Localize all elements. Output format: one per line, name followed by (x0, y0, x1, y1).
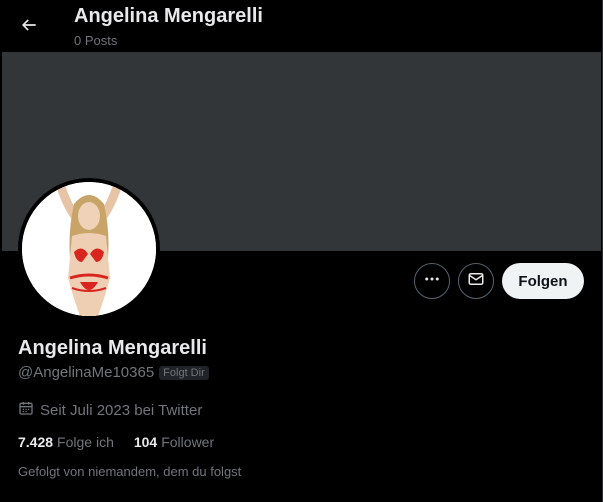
avatar[interactable] (18, 178, 160, 320)
more-button[interactable] (414, 263, 450, 299)
following-count: 7.428 (18, 434, 54, 450)
profile-handle: @AngelinaMe10365 (18, 364, 155, 381)
top-bar: Angelina Mengarelli 0 Posts (0, 0, 603, 52)
followers-count: 104 (133, 434, 158, 450)
calendar-icon (18, 400, 34, 421)
following-link[interactable]: 7.428 Folge ich (18, 434, 114, 450)
message-button[interactable] (458, 263, 494, 299)
handle-row: @AngelinaMe10365 Folgt Dir (18, 364, 209, 381)
follow-stats: 7.428 Folge ich 104 Follower (18, 434, 234, 450)
follows-you-badge: Folgt Dir (159, 365, 209, 380)
posts-count: 0 Posts (74, 33, 118, 48)
followers-label: Follower (161, 434, 215, 450)
joined-date: Seit Juli 2023 bei Twitter (40, 402, 203, 419)
back-button[interactable] (12, 10, 46, 44)
joined-row: Seit Juli 2023 bei Twitter (18, 400, 202, 421)
avatar-image (22, 182, 156, 316)
header-title: Angelina Mengarelli (74, 5, 263, 27)
follow-button[interactable]: Folgen (502, 263, 584, 299)
followers-link[interactable]: 104 Follower (134, 434, 214, 450)
more-horizontal-icon (423, 270, 441, 293)
arrow-left-icon (19, 15, 39, 40)
profile-name: Angelina Mengarelli (18, 337, 207, 359)
followed-by-text: Gefolgt von niemandem, dem du folgst (18, 464, 242, 479)
profile-page: Angelina Mengarelli 0 Posts Folgen Angel… (0, 0, 603, 502)
envelope-icon (467, 270, 485, 293)
following-label: Folge ich (57, 434, 114, 450)
